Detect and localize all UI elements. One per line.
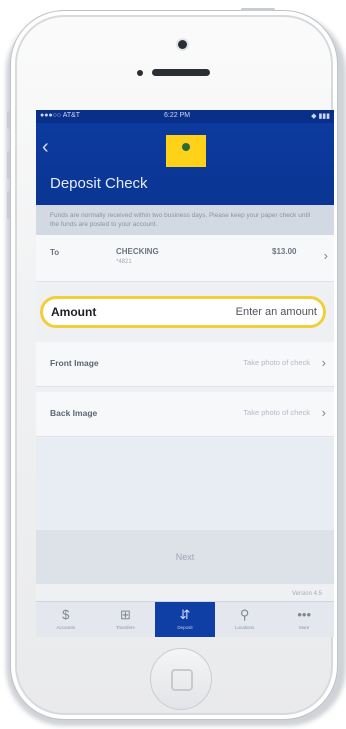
tab-bar: $ Accounts ⊞ Transfers ⇵ Deposit ⚲ Locat… <box>36 601 334 637</box>
back-chevron-icon[interactable]: ‹ <box>42 137 49 157</box>
volume-up-button <box>7 151 10 179</box>
amount-input[interactable] <box>191 303 317 321</box>
tab-label: Accounts <box>56 625 76 630</box>
chevron-right-icon: › <box>323 248 328 263</box>
front-image-row[interactable]: Front Image Take photo of check › <box>36 342 334 387</box>
deposit-icon: ⇵ <box>179 607 191 622</box>
logo-mark-icon <box>182 143 190 151</box>
tab-label: Transfers <box>115 625 135 630</box>
tab-label: Deposit <box>177 625 193 630</box>
version-label: Version 4.5 <box>291 591 322 597</box>
amount-label: Amount <box>51 305 97 319</box>
tab-locations[interactable]: ⚲ Locations <box>215 602 275 637</box>
home-button[interactable] <box>150 648 212 710</box>
front-image-label: Front Image <box>50 358 99 368</box>
to-label: To <box>50 248 60 257</box>
to-account-balance: $13.00 <box>272 247 297 256</box>
status-time: 6:22 PM <box>164 112 191 119</box>
earpiece-speaker <box>152 69 210 76</box>
tab-label: More <box>299 625 310 630</box>
home-button-square-icon <box>171 669 193 691</box>
to-account-number: *4821 <box>116 259 132 265</box>
app-screen: ●●●○○ AT&T 6:22 PM ◆ ▮▮▮ ‹ Deposit Check… <box>36 110 334 637</box>
page-title: Deposit Check <box>50 175 148 192</box>
app-header: ‹ Deposit Check <box>36 123 334 205</box>
front-image-hint: Take photo of check <box>243 358 310 367</box>
to-account-name: CHECKING <box>116 247 159 256</box>
more-icon: ••• <box>297 607 312 622</box>
back-image-row[interactable]: Back Image Take photo of check › <box>36 392 334 437</box>
notice-text: Funds are normally received within two b… <box>50 212 311 228</box>
volume-down-button <box>7 191 10 219</box>
locations-icon: ⚲ <box>239 607 250 622</box>
back-image-label: Back Image <box>50 408 98 418</box>
carrier-signal: ●●●○○ AT&T <box>40 112 81 119</box>
tab-deposit[interactable]: ⇵ Deposit <box>155 602 215 637</box>
next-button[interactable]: Next <box>36 530 334 584</box>
to-account-row[interactable]: To CHECKING *4821 $13.00 › <box>36 235 334 282</box>
back-image-hint: Take photo of check <box>243 408 310 417</box>
bank-logo <box>166 135 206 167</box>
chevron-right-icon: › <box>321 405 326 420</box>
tab-accounts[interactable]: $ Accounts <box>36 602 96 637</box>
deposit-notice: Funds are normally received within two b… <box>36 205 334 235</box>
front-camera <box>178 40 187 49</box>
next-button-area: Next <box>36 530 334 584</box>
tab-transfers[interactable]: ⊞ Transfers <box>96 602 156 637</box>
chevron-right-icon: › <box>321 355 326 370</box>
transfers-icon: ⊞ <box>119 607 131 622</box>
empty-content-area <box>36 438 334 530</box>
status-bar: ●●●○○ AT&T 6:22 PM ◆ ▮▮▮ <box>36 110 334 123</box>
tab-label: Locations <box>234 625 255 630</box>
amount-field-row[interactable]: Amount <box>40 296 326 328</box>
accounts-icon: $ <box>62 607 70 622</box>
battery-indicator: ◆ ▮▮▮ <box>311 113 330 120</box>
proximity-sensor <box>137 70 143 76</box>
power-button <box>241 8 275 11</box>
tab-more[interactable]: ••• More <box>274 602 334 637</box>
mute-switch <box>7 111 10 129</box>
